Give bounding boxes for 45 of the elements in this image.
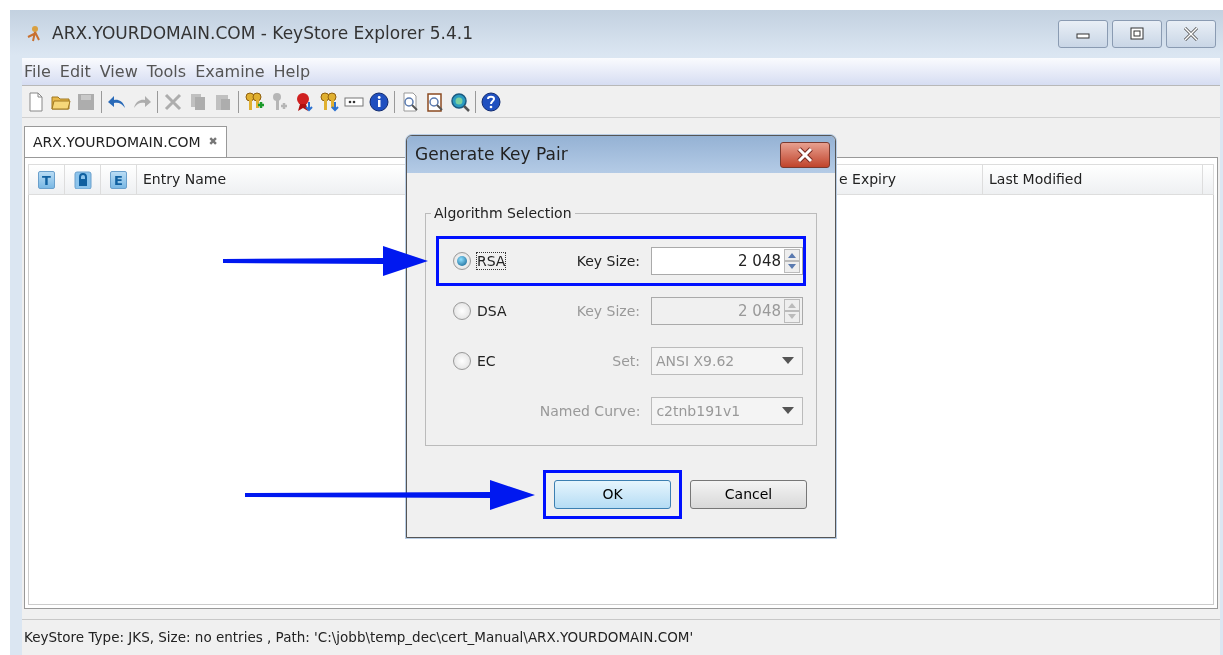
column-header-icon[interactable]: T [38,170,55,189]
maximize-icon [1130,27,1144,40]
field-label: Key Size: [575,251,641,271]
group-title: Algorithm Selection [431,204,575,222]
dialog-title: Generate Key Pair [415,142,568,166]
field-label: Set: [611,351,641,371]
number-spinner[interactable]: 2 048 [651,247,803,275]
column-header[interactable]: Last Modified [989,169,1083,190]
tab-close-icon[interactable]: ✖ [208,134,218,151]
menu-item[interactable]: View [99,59,138,84]
field-label: Named Curve: [538,401,642,421]
menu-item[interactable]: Tools [146,59,187,84]
info-icon[interactable] [369,91,389,112]
column-header[interactable]: Entry Name [143,169,226,190]
window-title: ARX.YOURDOMAIN.COM - KeyStore Explorer 5.4.1 [52,22,474,46]
menu-item[interactable]: File [24,59,51,84]
close-icon [795,145,815,164]
cancel-button[interactable]: Cancel [690,480,807,509]
magnifier-clipboard-icon[interactable] [425,91,445,112]
minimize-button[interactable] [1058,20,1108,48]
menu-item[interactable]: Edit [59,59,91,84]
ok-button[interactable]: OK [554,480,671,509]
spinner-arrows-icon[interactable] [784,249,800,273]
menu-item[interactable]: Examine [195,59,265,84]
lock-icon[interactable] [73,170,92,189]
radio-button[interactable] [453,252,471,270]
status-bar: KeyStore Type: JKS, Size: no entries , Path: 'C:\jobb\temp_dec\cert_Manual\ARX.YOURDOMAIN.COM' [22,619,1220,655]
document-icon[interactable] [26,91,46,112]
rosette-icon[interactable] [294,91,314,112]
help-icon[interactable] [481,91,501,112]
minimize-icon [1076,33,1090,39]
keystore-tab[interactable]: ARX.YOURDOMAIN.COM ✖ [24,126,227,157]
tab-label: ARX.YOURDOMAIN.COM [33,133,201,152]
key-pair-icon[interactable] [319,91,339,112]
radio-label[interactable]: RSA [477,252,506,269]
close-button[interactable] [780,141,830,168]
field-label: Key Size: [575,301,641,321]
key-pair-icon[interactable] [244,91,264,112]
column-header[interactable]: e Expiry [839,169,896,190]
maximize-button[interactable] [1112,20,1162,48]
menu-item[interactable]: Help [273,59,311,84]
close-icon [1183,26,1199,42]
column-header-icon[interactable]: E [110,170,127,189]
magnifier-globe-icon[interactable] [450,91,470,112]
magnifier-document-icon[interactable] [400,91,420,112]
